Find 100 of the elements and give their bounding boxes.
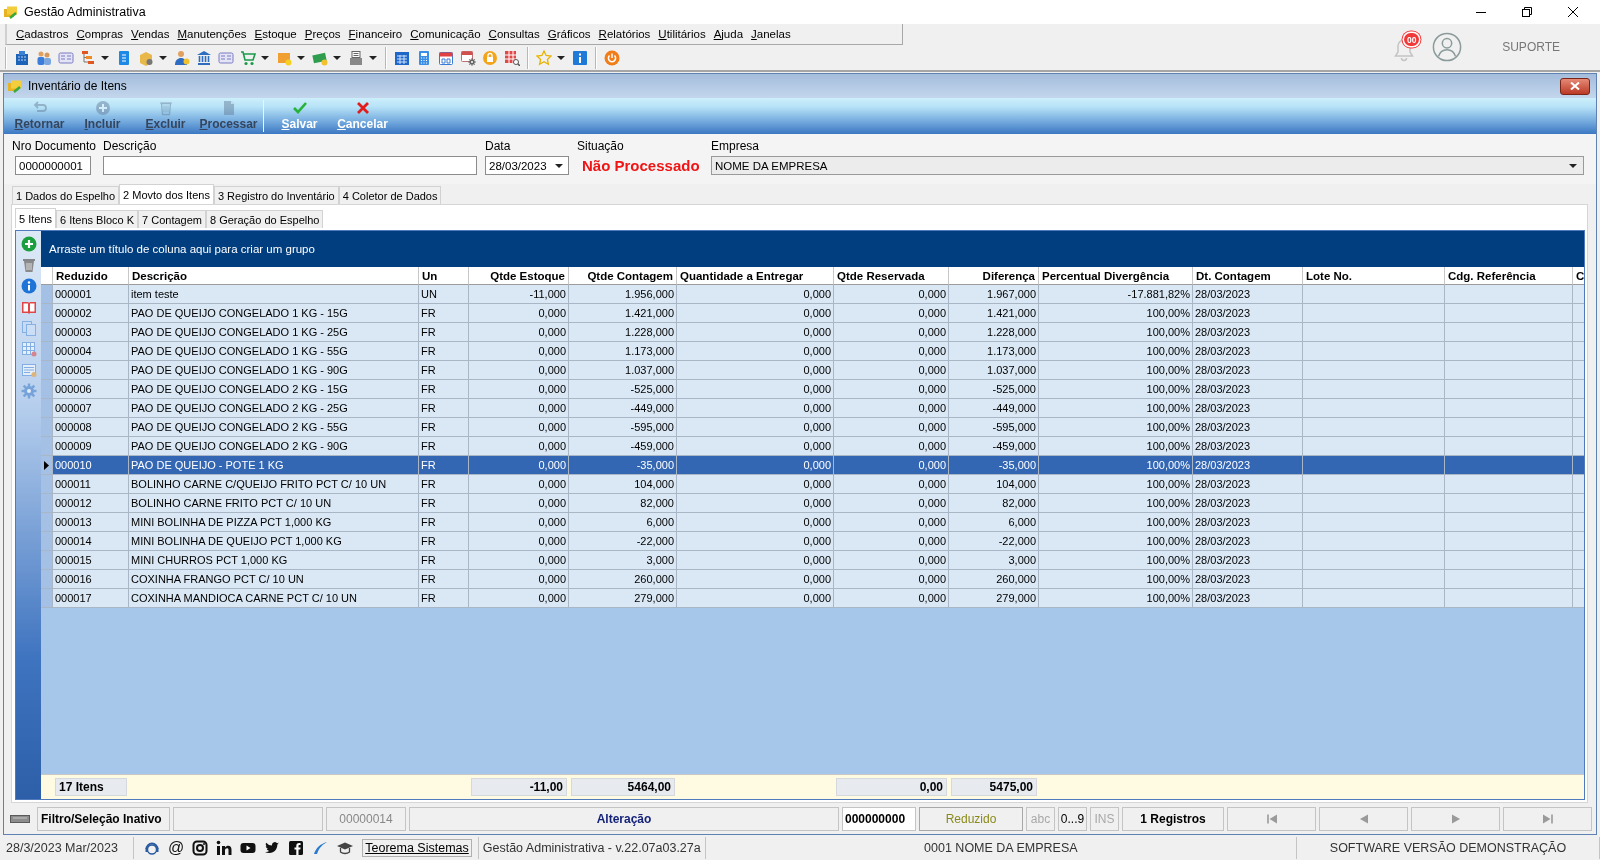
search-field[interactable]: 000000000 <box>842 806 916 831</box>
table-cell: 000017 <box>53 589 129 608</box>
field-label: Data <box>485 138 512 154</box>
youtube-icon[interactable] <box>240 840 257 856</box>
menu-item[interactable]: Janelas <box>747 28 795 40</box>
table-search-icon[interactable] <box>504 49 520 66</box>
caret-icon[interactable] <box>101 55 109 60</box>
open-book-icon[interactable] <box>20 299 37 315</box>
bank-icon[interactable] <box>196 49 212 66</box>
caret-icon[interactable] <box>555 163 563 168</box>
menu-item[interactable]: Estoque <box>250 28 301 40</box>
cash-register-icon[interactable] <box>348 49 364 66</box>
facebook-icon[interactable] <box>288 840 305 856</box>
menu-item[interactable]: Compras <box>72 28 128 40</box>
calculator-icon[interactable] <box>416 49 432 66</box>
text-field[interactable] <box>103 156 477 175</box>
caret-icon[interactable] <box>557 55 565 60</box>
tab[interactable]: 8 Geração do Espelho <box>205 210 324 228</box>
graduation-cap-icon[interactable] <box>336 840 355 856</box>
people-icon[interactable] <box>36 49 52 66</box>
table-row[interactable]: 000015 MINI CHURROS PCT 1,000 KG FR 0,000 3,000 0,000 0,000 3,000 100,00% 28/03/2023 <box>41 551 1584 570</box>
tab[interactable]: 3 Registro do Inventário <box>213 186 339 204</box>
folders-icon <box>7 78 23 94</box>
table-row[interactable]: 000003 PAO DE QUEIJO CONGELADO 1 KG - 25G FR 0,000 1.228,000 0,000 0,000 1.228,000 100,00% 28/03/2023 <box>41 323 1584 342</box>
caret-icon[interactable] <box>261 55 269 60</box>
table-row[interactable]: 000008 PAO DE QUEIJO CONGELADO 2 KG - 55G FR 0,000 -595,000 0,000 0,000 -595,000 100,00% 28/03/2023 <box>41 418 1584 437</box>
table-icon[interactable] <box>20 341 37 357</box>
menu-item[interactable]: Relatórios <box>594 28 655 40</box>
plus-circle-icon <box>94 100 111 116</box>
filter-status: Filtro/Seleção Inativo <box>37 806 170 831</box>
add-icon[interactable] <box>20 236 37 252</box>
caret-icon[interactable] <box>159 55 167 60</box>
menu-item[interactable]: Utilitários <box>654 28 710 40</box>
table-row[interactable]: 000001 item teste UN -11,000 1.956,000 0,000 0,000 1.967,000 -17.881,82% 28/03/2023 <box>41 285 1584 304</box>
email-link[interactable]: @ <box>168 840 185 856</box>
user-icon[interactable] <box>1432 32 1463 62</box>
caret-icon[interactable] <box>369 55 377 60</box>
calendar-gear-icon[interactable] <box>460 49 476 66</box>
table-row[interactable]: 000014 MINI BOLINHA DE QUEIJO PCT 1,000 KG FR 0,000 -22,000 0,000 0,000 -22,000 100,00% 28/03/2023 <box>41 532 1584 551</box>
menu-item[interactable]: Comunicação <box>406 28 485 40</box>
edit-mode: Alteração <box>409 806 839 831</box>
box-icon[interactable] <box>138 49 154 66</box>
dropdown-field[interactable]: NOME DA EMPRESA <box>711 156 1584 175</box>
menu-item[interactable]: Preços <box>300 28 345 40</box>
star-icon[interactable] <box>536 49 552 66</box>
caret-icon[interactable] <box>333 55 341 60</box>
skip-first-icon <box>1265 812 1278 825</box>
table-row[interactable]: 000012 BOLINHO CARNE FRITO PCT C/ 10 UN FR 0,000 82,000 0,000 0,000 82,000 100,00% 28/03/2023 <box>41 494 1584 513</box>
document-icon[interactable] <box>116 49 132 66</box>
linkedin-icon[interactable] <box>216 840 233 856</box>
folders-icon <box>3 4 19 20</box>
building-icon[interactable] <box>14 49 30 66</box>
table-row[interactable]: 000016 COXINHA FRANGO PCT C/ 10 UN FR 0,000 260,000 0,000 0,000 260,000 100,00% 28/03/2023 <box>41 570 1584 589</box>
menu-item[interactable]: Cadastros <box>12 28 73 40</box>
table-row[interactable]: 000010 PAO DE QUEIJO - POTE 1 KG FR 0,000 -35,000 0,000 0,000 -35,000 100,00% 28/03/2023 <box>41 456 1584 475</box>
text-field[interactable]: 0000000001 <box>15 156 91 175</box>
row-pointer-icon <box>44 460 49 470</box>
menu-item[interactable]: Manutenções <box>173 28 251 40</box>
instagram-icon[interactable] <box>192 840 209 856</box>
calendar-icon[interactable] <box>394 49 410 66</box>
caret-icon[interactable] <box>297 55 305 60</box>
tab[interactable]: 5 Itens <box>15 208 57 228</box>
table-row[interactable]: 000009 PAO DE QUEIJO CONGELADO 2 KG - 90G FR 0,000 -459,000 0,000 0,000 -459,000 100,00% 28/03/2023 <box>41 437 1584 456</box>
menu-item[interactable]: Ajuda <box>709 28 748 40</box>
menu-item[interactable]: Gráficos <box>543 28 595 40</box>
close-button[interactable] <box>1560 77 1590 95</box>
field-label: Descrição <box>103 138 158 154</box>
table-row[interactable]: 000005 PAO DE QUEIJO CONGELADO 1 KG - 90G FR 0,000 1.037,000 0,000 0,000 1.037,000 100,00% 28/03/2023 <box>41 361 1584 380</box>
hierarchy-icon[interactable] <box>80 49 96 66</box>
trash-icon[interactable] <box>20 257 37 273</box>
field-label: Nro Documento <box>12 138 98 154</box>
menu-item[interactable]: Financeiro <box>344 28 407 40</box>
calendar-icon[interactable] <box>438 49 454 66</box>
table-row[interactable]: 000013 MINI BOLINHA DE PIZZA PCT 1,000 KG FR 0,000 6,000 0,000 0,000 6,000 100,00% 28/03/2023 <box>41 513 1584 532</box>
table-row[interactable]: 000017 COXINHA MANDIOCA CARNE PCT C/ 10 UN FR 0,000 279,000 0,000 0,000 279,000 100,00% 28/03/2023 <box>41 589 1584 608</box>
caret-icon[interactable] <box>1569 163 1577 168</box>
cart-icon[interactable] <box>240 49 256 66</box>
info-icon[interactable] <box>572 49 588 66</box>
bird-icon[interactable] <box>264 840 281 856</box>
headset-icon[interactable] <box>144 840 160 856</box>
user-coin-icon[interactable] <box>174 49 190 66</box>
tab[interactable]: 2 Movto dos Itens <box>119 184 214 204</box>
table-cell: 0,000 <box>677 589 834 608</box>
date-field[interactable]: 28/03/2023 <box>485 156 569 175</box>
info-icon[interactable] <box>20 278 37 294</box>
menu-item[interactable]: Consultas <box>484 28 544 40</box>
power-icon[interactable] <box>604 49 620 66</box>
tab[interactable]: 6 Itens Bloco K <box>56 210 139 228</box>
table-row[interactable]: 000004 PAO DE QUEIJO CONGELADO 1 KG - 55G FR 0,000 1.173,000 0,000 0,000 1.173,000 100,00% 28/03/2023 <box>41 342 1584 361</box>
tab[interactable]: 4 Coletor de Dados <box>338 186 442 204</box>
table-row[interactable]: 000002 PAO DE QUEIJO CONGELADO 1 KG - 15G FR 0,000 1.421,000 0,000 0,000 1.421,000 100,00% 28/03/2023 <box>41 304 1584 323</box>
company-link[interactable]: Teorema Sistemas <box>362 839 472 857</box>
support-link[interactable]: SUPORTE <box>1502 40 1560 54</box>
tab[interactable]: 1 Dados do Espelho <box>12 186 120 204</box>
table-row[interactable]: 000006 PAO DE QUEIJO CONGELADO 2 KG - 15G FR 0,000 -525,000 0,000 0,000 -525,000 100,00% 28/03/2023 <box>41 380 1584 399</box>
record-code: 00000014 <box>326 806 406 831</box>
table-row[interactable]: 000011 BOLINHO CARNE C/QUEIJO FRITO PCT C/ 10 UN FR 0,000 104,000 0,000 0,000 104,000 100,00% 28/03/2023 <box>41 475 1584 494</box>
menu-item[interactable]: Vendas <box>127 28 174 40</box>
tab[interactable]: 7 Contagem <box>138 210 206 228</box>
table-row[interactable]: 000007 PAO DE QUEIJO CONGELADO 2 KG - 25G FR 0,000 -449,000 0,000 0,000 -449,000 100,00% 28/03/2023 <box>41 399 1584 418</box>
